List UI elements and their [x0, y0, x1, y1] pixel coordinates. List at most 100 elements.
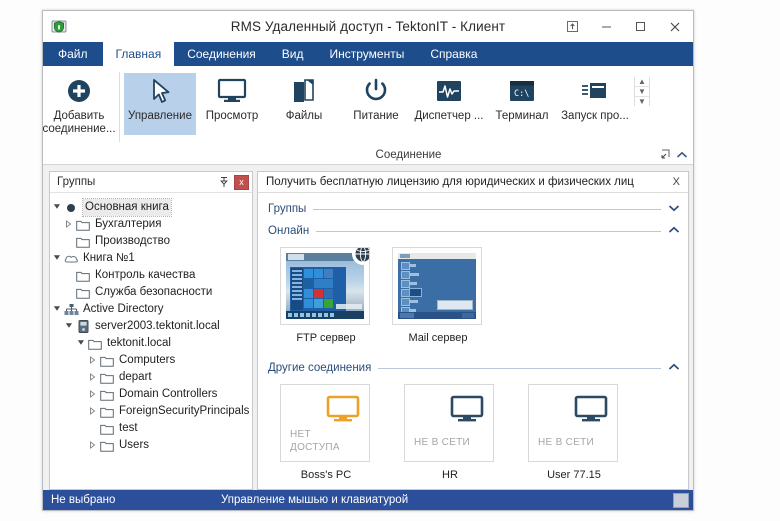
- ribbon-display-options-icon[interactable]: [555, 11, 589, 42]
- groups-panel-title: Группы: [57, 176, 96, 188]
- section-header-groups[interactable]: Группы: [258, 199, 688, 219]
- tree-item[interactable]: depart: [50, 369, 252, 386]
- chevron-down-icon[interactable]: [668, 204, 680, 215]
- ribbon-scroll-down-icon[interactable]: ▼: [635, 87, 649, 97]
- ribbon: Добавить соединение... Управление Просмо…: [42, 66, 693, 165]
- tree-expander-icon[interactable]: [86, 440, 99, 451]
- tree-item[interactable]: ForeignSecurityPrincipals: [50, 403, 252, 420]
- tab-help[interactable]: Справка: [417, 42, 490, 66]
- tree-item[interactable]: Основная книга: [50, 198, 252, 217]
- tree-item[interactable]: Производство: [50, 233, 252, 250]
- tree-expander-icon[interactable]: [86, 406, 99, 417]
- tree-expander-icon[interactable]: [50, 203, 63, 212]
- tree-expander-icon[interactable]: [50, 305, 63, 314]
- folder-icon: [87, 338, 103, 350]
- tree-item[interactable]: Бухгалтерия: [50, 216, 252, 233]
- task-manager-button[interactable]: Диспетчер ...: [412, 73, 486, 135]
- chevron-up-icon[interactable]: [668, 363, 680, 374]
- view-button[interactable]: Просмотр: [196, 73, 268, 135]
- connection-tile[interactable]: НЕТ ДОСТУПА Boss's PC: [280, 384, 372, 481]
- license-banner-close-button[interactable]: X: [673, 176, 680, 188]
- tab-file[interactable]: Файл: [43, 42, 103, 66]
- tree-item[interactable]: test: [50, 420, 252, 437]
- tree-expander-icon[interactable]: [62, 322, 75, 331]
- tile-thumbnail[interactable]: НЕ В СЕТИ: [404, 384, 494, 462]
- status-mode: Управление мышью и клавиатурой: [221, 494, 409, 506]
- maximize-icon[interactable]: [623, 11, 657, 42]
- ribbon-tab-strip: Файл Главная Соединения Вид Инструменты …: [43, 42, 693, 66]
- section-header-other[interactable]: Другие соединения: [258, 358, 688, 378]
- files-button[interactable]: Файлы: [268, 73, 340, 135]
- add-connection-button[interactable]: Добавить соединение...: [42, 73, 116, 138]
- window-body: Группы x Основная книга Бухгалтерия Произв…: [43, 165, 693, 490]
- tree-item-label: Active Directory: [83, 303, 164, 315]
- tree-item[interactable]: Computers: [50, 352, 252, 369]
- tile-thumbnail[interactable]: [280, 247, 370, 325]
- ribbon-scroll-more-icon[interactable]: ▼: [635, 97, 649, 106]
- server-icon: [75, 320, 91, 333]
- section-rule: [378, 367, 661, 369]
- connection-tile[interactable]: Mail сервер: [392, 247, 484, 344]
- tab-view[interactable]: Вид: [269, 42, 317, 66]
- monitor-icon: [326, 395, 360, 428]
- tree-item-label: Computers: [119, 354, 176, 366]
- tree-item[interactable]: tektonit.local: [50, 335, 252, 352]
- tree-item[interactable]: Active Directory: [50, 301, 252, 318]
- tree-expander-icon[interactable]: [74, 339, 87, 348]
- license-banner[interactable]: Получить бесплатную лицензию для юридиче…: [258, 172, 688, 193]
- display-indicator-icon[interactable]: [673, 492, 689, 508]
- tab-tools[interactable]: Инструменты: [317, 42, 418, 66]
- folder-icon: [99, 355, 115, 367]
- connection-tile[interactable]: НЕ В СЕТИ User 77.15: [528, 384, 620, 481]
- tile-thumbnail[interactable]: НЕТ ДОСТУПА: [280, 384, 370, 462]
- svg-text:C:\: C:\: [514, 89, 529, 99]
- tree-expander-icon[interactable]: [86, 372, 99, 383]
- run-program-button[interactable]: Запуск про...: [558, 73, 632, 135]
- groups-panel-close-button[interactable]: x: [234, 174, 249, 190]
- close-icon[interactable]: [657, 11, 693, 42]
- tree-item[interactable]: Книга №1: [50, 250, 252, 267]
- dialog-launcher-icon[interactable]: [661, 149, 671, 161]
- filled-circle-icon: [63, 202, 79, 214]
- chevron-up-icon[interactable]: [668, 226, 680, 237]
- connection-tile[interactable]: FTP сервер: [280, 247, 372, 344]
- tree-item[interactable]: Domain Controllers: [50, 386, 252, 403]
- connection-tile[interactable]: НЕ В СЕТИ HR: [404, 384, 496, 481]
- minimize-icon[interactable]: [589, 11, 623, 42]
- ribbon-group-add: Добавить соединение...: [42, 66, 116, 164]
- folder-icon: [75, 236, 91, 248]
- tile-caption: Boss's PC: [300, 469, 352, 481]
- ribbon-scroll-up-icon[interactable]: ▲: [635, 77, 649, 87]
- groups-tree[interactable]: Основная книга Бухгалтерия Производство Кни…: [50, 193, 252, 489]
- folder-icon: [99, 389, 115, 401]
- tile-thumbnail[interactable]: НЕ В СЕТИ: [528, 384, 618, 462]
- tree-expander-icon[interactable]: [50, 254, 63, 263]
- monitor-icon: [450, 395, 484, 428]
- tree-expander-icon[interactable]: [86, 355, 99, 366]
- collapse-ribbon-chevron-icon[interactable]: [676, 151, 688, 162]
- application-window: RMS Удаленный доступ - TektonIT - Клиент: [42, 10, 694, 511]
- network-icon: [63, 303, 79, 316]
- tile-thumbnail[interactable]: [392, 247, 482, 325]
- power-button[interactable]: Питание: [340, 73, 412, 135]
- ribbon-gallery-scrollbar[interactable]: ▲ ▼ ▼: [634, 77, 650, 106]
- connections-panel: Получить бесплатную лицензию для юридиче…: [257, 171, 689, 490]
- tree-expander-icon[interactable]: [62, 219, 75, 230]
- terminal-button[interactable]: C:\ Терминал: [486, 73, 558, 135]
- tab-connections[interactable]: Соединения: [174, 42, 269, 66]
- manage-button[interactable]: Управление: [124, 73, 196, 135]
- tree-expander-icon[interactable]: [86, 389, 99, 400]
- tile-status: НЕ В СЕТИ: [538, 437, 595, 448]
- folder-icon: [75, 219, 91, 231]
- tree-item[interactable]: Users: [50, 437, 252, 454]
- tree-item[interactable]: Служба безопасности: [50, 284, 252, 301]
- tree-item[interactable]: server2003.tektonit.local: [50, 318, 252, 335]
- ribbon-group-connection: Управление Просмотр Файлы Питание Диспет…: [124, 66, 693, 164]
- tree-item[interactable]: Контроль качества: [50, 267, 252, 284]
- pin-icon[interactable]: [217, 175, 231, 189]
- tab-home[interactable]: Главная: [102, 42, 175, 66]
- section-header-online[interactable]: Онлайн: [258, 221, 688, 241]
- tile-caption: FTP сервер: [296, 332, 356, 344]
- task-manager-icon: [436, 77, 462, 105]
- tree-item-label: tektonit.local: [107, 337, 171, 349]
